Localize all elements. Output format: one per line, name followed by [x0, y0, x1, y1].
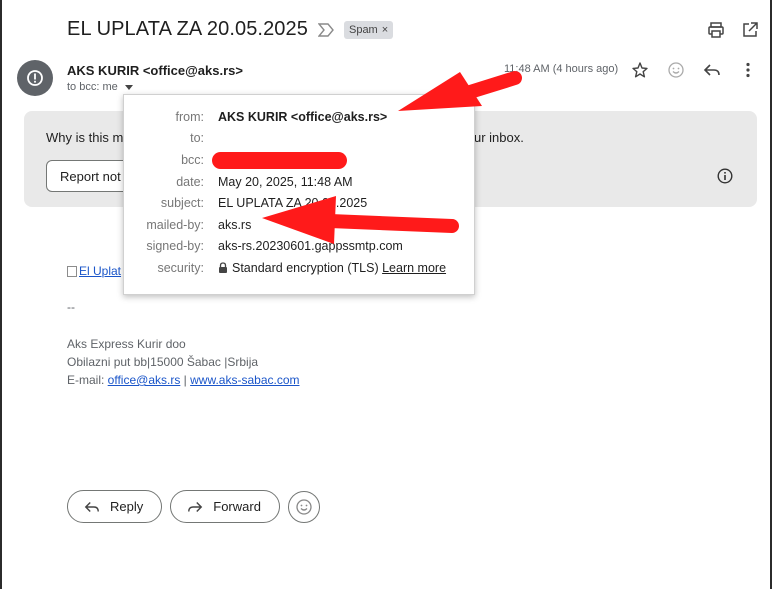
- spam-label-text: Spam: [348, 23, 378, 36]
- reply-label: Reply: [110, 499, 144, 514]
- info-icon[interactable]: [717, 168, 733, 189]
- reply-actions: Reply Forward: [67, 490, 320, 523]
- detail-row-subject: subject: EL UPLATA ZA 20.05.2025: [124, 193, 367, 213]
- message-actions: [630, 60, 758, 80]
- subject-row: EL UPLATA ZA 20.05.2025 Spam ×: [67, 18, 394, 41]
- detail-row-mailed-by: mailed-by: aks.rs: [124, 215, 251, 235]
- signature-separator: --: [67, 300, 75, 314]
- more-vert-icon[interactable]: [738, 60, 758, 80]
- signature-contact: E-mail: office@aks.rs | www.aks-sabac.co…: [67, 371, 300, 389]
- detail-label: from:: [175, 110, 204, 124]
- detail-row-bcc: bcc:: [124, 150, 204, 170]
- thread-toolbar: [706, 20, 760, 40]
- message-time: 11:48 AM (4 hours ago): [504, 63, 619, 75]
- redaction-mark: [212, 152, 347, 169]
- forward-icon: [188, 501, 203, 512]
- signature-email-link[interactable]: office@aks.rs: [108, 373, 181, 387]
- star-icon[interactable]: [630, 60, 650, 80]
- reply-icon: [84, 501, 99, 512]
- link-separator: |: [180, 373, 191, 387]
- detail-label: mailed-by:: [146, 218, 204, 232]
- lock-icon: [219, 262, 227, 273]
- reply-button[interactable]: Reply: [67, 490, 163, 523]
- report-not-spam-button[interactable]: Report not: [46, 160, 135, 192]
- detail-label: bcc:: [181, 153, 204, 167]
- recipient-text: to bcc: me: [67, 81, 118, 93]
- detail-label: date:: [176, 175, 204, 189]
- detail-mailed-by-value: aks.rs: [218, 218, 252, 232]
- detail-row-security: security: Standard encryption (TLS) Lear…: [124, 258, 446, 278]
- detail-row-date: date: May 20, 2025, 11:48 AM: [124, 172, 352, 192]
- signature-block: Aks Express Kurir doo Obilazni put bb|15…: [67, 335, 300, 389]
- image-alt-text: El Uplat: [79, 264, 122, 278]
- email-prefix: E-mail:: [67, 373, 108, 387]
- detail-row-signed-by: signed-by: aks-rs.20230601.gappssmtp.com: [124, 236, 403, 256]
- detail-label: signed-by:: [146, 239, 204, 253]
- detail-label: subject:: [160, 196, 204, 210]
- detail-label: to:: [190, 131, 204, 145]
- detail-row-from: from: AKS KURIR <office@aks.rs>: [124, 107, 388, 127]
- show-details-icon[interactable]: [124, 84, 133, 90]
- forward-label: Forward: [213, 499, 261, 514]
- remove-label-icon[interactable]: ×: [382, 24, 388, 36]
- forward-button[interactable]: Forward: [170, 490, 280, 523]
- broken-image-icon: [67, 265, 77, 277]
- print-icon[interactable]: [706, 20, 726, 40]
- emoji-icon: [296, 498, 312, 515]
- detail-from-value: AKS KURIR <office@aks.rs>: [218, 110, 388, 124]
- signature-company: Aks Express Kurir doo: [67, 337, 186, 351]
- sender-name: AKS KURIR <office@aks.rs>: [67, 63, 243, 78]
- recipient-line[interactable]: to bcc: me: [67, 81, 133, 93]
- emoji-icon[interactable]: [666, 60, 686, 80]
- reply-icon[interactable]: [702, 60, 722, 80]
- detail-row-to: to:: [124, 128, 204, 148]
- emoji-reaction-button[interactable]: [287, 490, 320, 523]
- warning-text-end: ur inbox.: [474, 130, 524, 145]
- open-new-window-icon[interactable]: [740, 20, 760, 40]
- signature-address: Obilazni put bb|15000 Šabac |Srbija: [67, 355, 259, 369]
- spam-label-badge: Spam ×: [343, 20, 394, 39]
- signature-website-link[interactable]: www.aks-sabac.com: [190, 373, 299, 387]
- detail-date-value: May 20, 2025, 11:48 AM: [218, 175, 353, 189]
- detail-security-value: Standard encryption (TLS) Learn more: [218, 261, 446, 275]
- message-details-popup: from: AKS KURIR <office@aks.rs> to: bcc:…: [123, 94, 475, 295]
- broken-image-link[interactable]: El Uplat: [67, 264, 121, 278]
- detail-signed-by-value: aks-rs.20230601.gappssmtp.com: [218, 239, 403, 253]
- detail-label: security:: [157, 261, 204, 275]
- learn-more-link[interactable]: Learn more: [382, 261, 446, 275]
- warning-text: Why is this m: [46, 130, 124, 145]
- detail-subject-value: EL UPLATA ZA 20.05.2025: [218, 196, 368, 210]
- important-marker-icon[interactable]: [317, 22, 334, 37]
- email-subject: EL UPLATA ZA 20.05.2025: [67, 18, 308, 40]
- security-text: Standard encryption (TLS): [232, 261, 379, 275]
- spam-alert-icon: [17, 60, 53, 96]
